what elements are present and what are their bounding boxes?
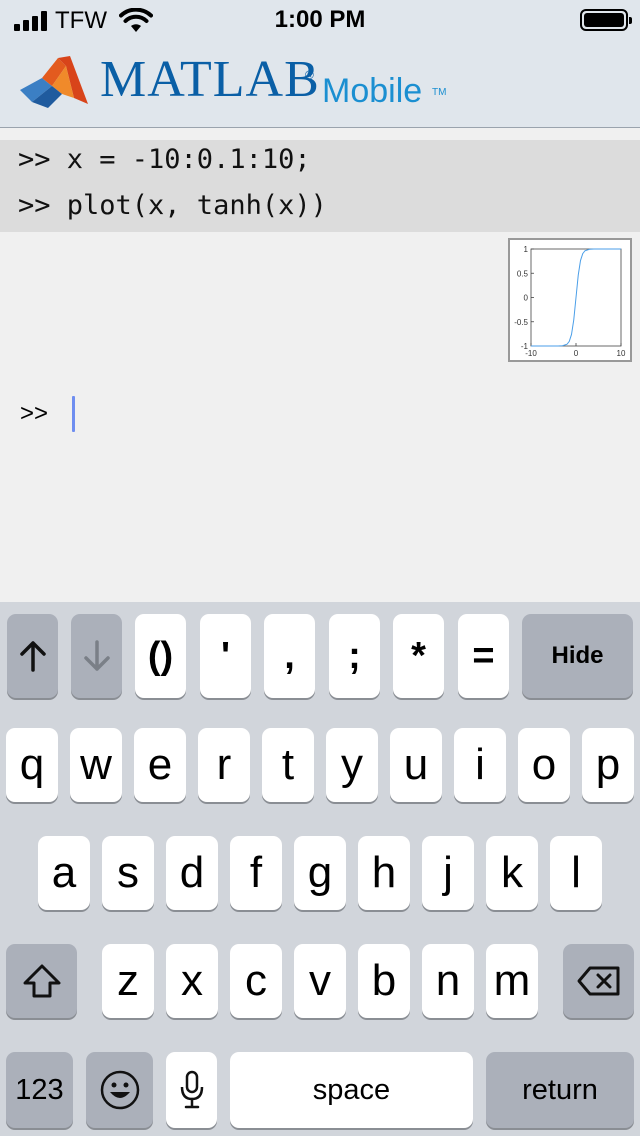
key-g[interactable]: g bbox=[294, 836, 346, 910]
battery-icon bbox=[580, 9, 632, 31]
matlab-logo-icon bbox=[20, 56, 88, 108]
key-quote[interactable]: ' bbox=[200, 614, 251, 698]
command-history: >> x = -10:0.1:10; >> plot(x, tanh(x)) bbox=[0, 140, 640, 232]
shift-icon bbox=[23, 964, 60, 998]
key-e[interactable]: e bbox=[134, 728, 186, 802]
text-cursor bbox=[72, 396, 75, 432]
key-v[interactable]: v bbox=[294, 944, 346, 1018]
plot-y-tick-label: 0.5 bbox=[517, 269, 529, 278]
plot-svg: -1-0.500.51-10 0 10 bbox=[514, 245, 626, 358]
history-command-2: >> plot(x, tanh(x)) bbox=[18, 190, 327, 221]
key-t[interactable]: t bbox=[262, 728, 314, 802]
dictation-key[interactable] bbox=[166, 1052, 217, 1128]
numbers-key[interactable]: 123 bbox=[6, 1052, 73, 1128]
key-d[interactable]: d bbox=[166, 836, 218, 910]
key-w[interactable]: w bbox=[70, 728, 122, 802]
app-header: MATLAB ® Mobile TM bbox=[0, 40, 640, 128]
key-n[interactable]: n bbox=[422, 944, 474, 1018]
space-key[interactable]: space bbox=[230, 1052, 473, 1128]
key-equals[interactable]: = bbox=[458, 614, 509, 698]
plot-y-tick-label: 0 bbox=[524, 294, 529, 303]
emoji-key[interactable] bbox=[86, 1052, 153, 1128]
key-u[interactable]: u bbox=[390, 728, 442, 802]
key-r[interactable]: r bbox=[198, 728, 250, 802]
history-command-1: >> x = -10:0.1:10; bbox=[18, 144, 311, 175]
status-bar: TFW 1:00 PM bbox=[0, 0, 640, 40]
arrow-up-icon bbox=[19, 641, 46, 672]
key-q[interactable]: q bbox=[6, 728, 58, 802]
key-f[interactable]: f bbox=[230, 836, 282, 910]
plot-series-line bbox=[531, 248, 621, 347]
key-o[interactable]: o bbox=[518, 728, 570, 802]
key-s[interactable]: s bbox=[102, 836, 154, 910]
plot-thumbnail[interactable]: -1 -0.5 0 0.5 1 -10 0 10 bbox=[508, 238, 632, 362]
plot-y-tick-label: 1 bbox=[524, 245, 529, 254]
shift-key[interactable] bbox=[6, 944, 77, 1018]
plot-x-tick-label: 0 bbox=[574, 349, 579, 358]
key-b[interactable]: b bbox=[358, 944, 410, 1018]
key-semicolon[interactable]: ; bbox=[329, 614, 380, 698]
key-y[interactable]: y bbox=[326, 728, 378, 802]
key-m[interactable]: m bbox=[486, 944, 538, 1018]
brand-subtitle: Mobile bbox=[322, 72, 423, 110]
key-p[interactable]: p bbox=[582, 728, 634, 802]
backspace-key[interactable] bbox=[563, 944, 634, 1018]
key-x[interactable]: x bbox=[166, 944, 218, 1018]
status-time: 1:00 PM bbox=[274, 6, 366, 33]
key-asterisk[interactable]: * bbox=[393, 614, 444, 698]
brand-title: MATLAB bbox=[100, 51, 320, 108]
key-k[interactable]: k bbox=[486, 836, 538, 910]
plot-x-tick-label: 10 bbox=[617, 349, 626, 358]
history-down-key[interactable] bbox=[71, 614, 122, 698]
brand-registered-mark: ® bbox=[305, 68, 314, 82]
key-i[interactable]: i bbox=[454, 728, 506, 802]
keyboard: () ' , ; * = Hide q w e r t y u i o p a … bbox=[0, 602, 640, 1136]
plot-x-tick-label: -10 bbox=[525, 349, 537, 358]
return-key[interactable]: return bbox=[486, 1052, 634, 1128]
history-up-key[interactable] bbox=[7, 614, 58, 698]
backspace-icon bbox=[577, 966, 619, 996]
key-parentheses[interactable]: () bbox=[135, 614, 186, 698]
key-c[interactable]: c bbox=[230, 944, 282, 1018]
key-j[interactable]: j bbox=[422, 836, 474, 910]
key-a[interactable]: a bbox=[38, 836, 90, 910]
key-l[interactable]: l bbox=[550, 836, 602, 910]
hide-keyboard-button[interactable]: Hide bbox=[522, 614, 633, 698]
plot-y-tick-label: -0.5 bbox=[514, 318, 528, 327]
screen: TFW 1:00 PM MATLAB ® Mobile TM >> x = -1… bbox=[0, 0, 640, 1136]
key-comma[interactable]: , bbox=[264, 614, 315, 698]
command-prompt: >> bbox=[20, 400, 49, 427]
key-h[interactable]: h bbox=[358, 836, 410, 910]
key-z[interactable]: z bbox=[102, 944, 154, 1018]
brand-trademark: TM bbox=[432, 87, 447, 98]
arrow-down-icon bbox=[83, 640, 110, 671]
emoji-icon bbox=[100, 1070, 139, 1110]
microphone-icon bbox=[180, 1070, 203, 1109]
command-window[interactable]: >> x = -10:0.1:10; >> plot(x, tanh(x)) -… bbox=[0, 128, 640, 602]
